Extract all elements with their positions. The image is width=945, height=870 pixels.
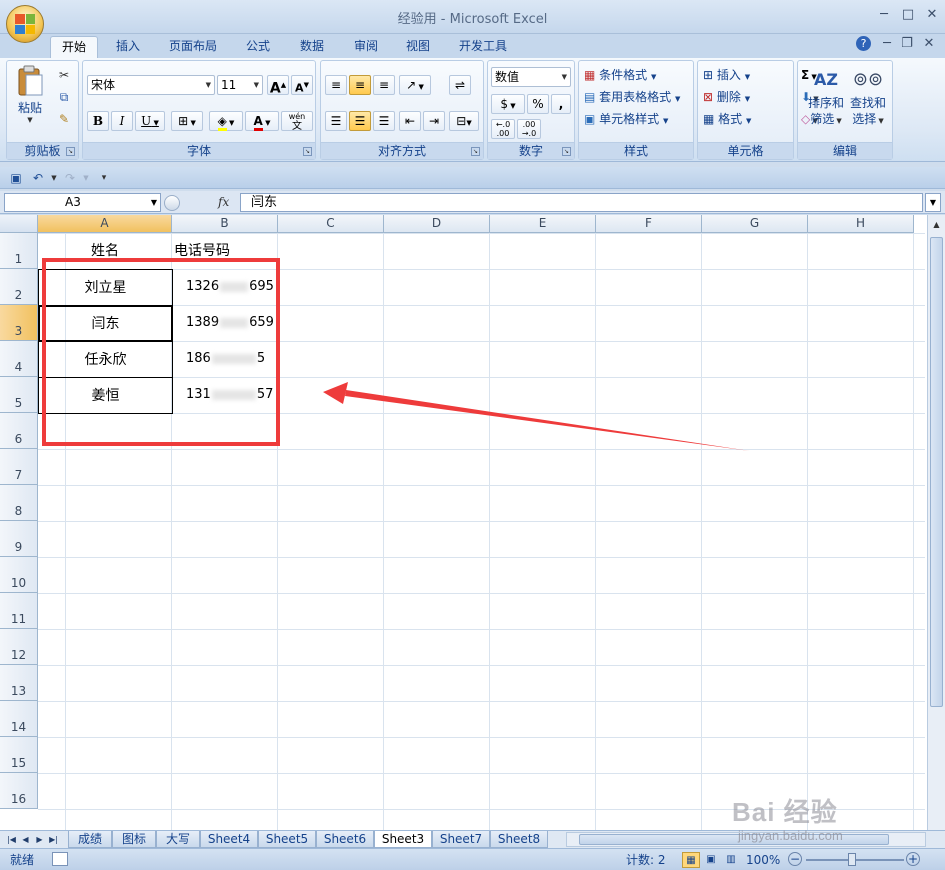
- annotation-arrow-icon: [323, 382, 750, 451]
- prev-sheet-icon[interactable]: ◀: [20, 832, 31, 847]
- macro-record-icon[interactable]: [52, 852, 68, 866]
- baidu-watermark-url: jingyan.baidu.com: [738, 828, 843, 843]
- next-sheet-icon[interactable]: ▶: [34, 832, 45, 847]
- sheet-tab-6[interactable]: Sheet6: [316, 831, 374, 848]
- first-sheet-icon[interactable]: |◀: [6, 832, 17, 847]
- status-count: 计数: 2: [626, 853, 666, 867]
- sheet-tab-3[interactable]: 大写: [156, 831, 200, 848]
- status-bar: 就绪 计数: 2 ▦ ▣ ▥ 100% − +: [0, 848, 945, 870]
- zoom-out-icon[interactable]: −: [788, 852, 802, 866]
- baidu-watermark-logo: Bai 经验: [732, 797, 838, 827]
- sheet-tab-2[interactable]: 图标: [112, 831, 156, 848]
- sheet-tab-8[interactable]: Sheet7: [432, 831, 490, 848]
- office-logo-icon: [15, 14, 35, 34]
- sheet-tab-9[interactable]: Sheet8: [490, 831, 548, 848]
- sheet-tab-active[interactable]: Sheet3: [374, 831, 432, 848]
- normal-view-icon[interactable]: ▦: [682, 852, 700, 868]
- page-break-view-icon[interactable]: ▥: [722, 852, 740, 868]
- zoom-slider-thumb[interactable]: [848, 853, 856, 866]
- last-sheet-icon[interactable]: ▶|: [48, 832, 59, 847]
- sheet-tab-4[interactable]: Sheet4: [200, 831, 258, 848]
- sheet-tab-5[interactable]: Sheet5: [258, 831, 316, 848]
- zoom-in-icon[interactable]: +: [906, 852, 920, 866]
- sheet-tab-1[interactable]: 成绩: [68, 831, 112, 848]
- status-ready: 就绪: [10, 853, 35, 867]
- zoom-level[interactable]: 100%: [746, 852, 780, 868]
- page-layout-view-icon[interactable]: ▣: [702, 852, 720, 868]
- office-button[interactable]: [6, 5, 44, 43]
